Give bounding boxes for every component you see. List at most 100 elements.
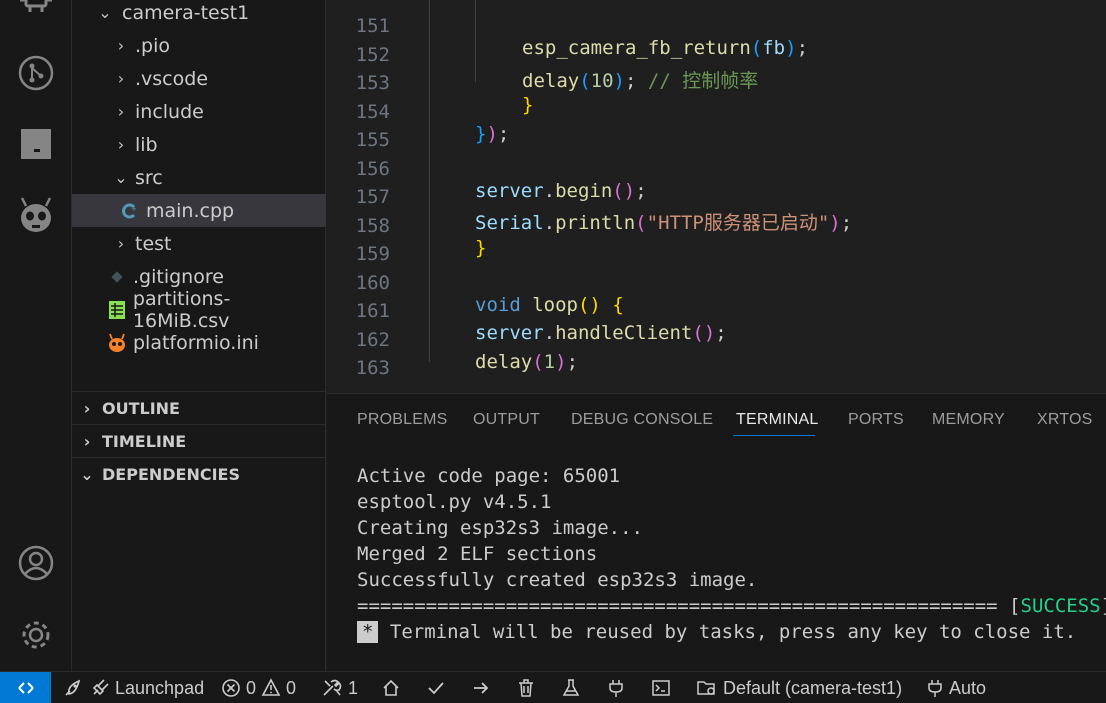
chevron-down-icon: ⌄ bbox=[98, 3, 112, 22]
chevron-right-icon: › bbox=[117, 36, 125, 55]
tab-terminal[interactable]: TERMINAL bbox=[736, 411, 819, 429]
tree-item-src[interactable]: ⌄ src bbox=[72, 161, 326, 194]
environment-label: Default (camera-test1) bbox=[723, 677, 903, 698]
chip-icon[interactable] bbox=[0, 0, 72, 16]
flask-icon bbox=[562, 679, 580, 696]
plug-icon bbox=[609, 680, 623, 697]
project-folder[interactable]: ⌄ camera-test1 bbox=[72, 0, 326, 29]
terminal-line: Creating esp32s3 image... bbox=[357, 517, 643, 539]
remote-icon bbox=[17, 682, 34, 694]
section-label: DEPENDENCIES bbox=[102, 464, 241, 484]
tree-item-label: include bbox=[135, 100, 204, 123]
port-selector[interactable]: Auto bbox=[926, 672, 986, 703]
launchpad-button[interactable]: Launchpad bbox=[63, 672, 204, 703]
code-line: 158 } bbox=[327, 193, 1106, 259]
outline-section[interactable]: › OUTLINE bbox=[72, 391, 326, 424]
folder-env-icon bbox=[697, 681, 715, 695]
tools-count: 1 bbox=[348, 677, 359, 698]
tab-ports[interactable]: PORTS bbox=[848, 411, 904, 429]
tree-item-label: main.cpp bbox=[146, 199, 235, 222]
tree-item-label: partitions-16MiB.csv bbox=[132, 287, 231, 332]
success-text: SUCCESS bbox=[1020, 595, 1101, 617]
section-label: TIMELINE bbox=[102, 431, 187, 451]
tree-item-label: platformio.ini bbox=[133, 331, 259, 354]
tab-memory[interactable]: MEMORY bbox=[932, 411, 1005, 429]
code-line: 159 bbox=[327, 221, 1106, 265]
remote-indicator[interactable] bbox=[0, 672, 51, 703]
terminal-line: Active code page: 65001 bbox=[357, 465, 621, 487]
chevron-right-icon: › bbox=[117, 135, 125, 154]
platformio-file-icon bbox=[106, 332, 128, 354]
code-line: 156 server.begin(); bbox=[327, 136, 1106, 202]
chevron-right-icon: › bbox=[117, 69, 125, 88]
trash-icon bbox=[519, 679, 533, 697]
tools-indicator[interactable]: 1 bbox=[321, 672, 358, 703]
plug-icon bbox=[92, 679, 109, 696]
csv-file-icon bbox=[106, 299, 128, 321]
chevron-right-icon: › bbox=[83, 398, 91, 418]
bottom-panel: PROBLEMS OUTPUT DEBUG CONSOLE TERMINAL P… bbox=[327, 393, 1106, 671]
terminal-line: Successfully created esp32s3 image. bbox=[357, 569, 758, 591]
terminal-reuse-line: * Terminal will be reused by tasks, pres… bbox=[357, 621, 1076, 643]
success-bracket: [ bbox=[1009, 595, 1021, 617]
code-line: 151 esp_camera_fb_return(fb); bbox=[327, 0, 1106, 59]
serial-monitor-button[interactable] bbox=[606, 672, 626, 703]
tree-item-vscode[interactable]: › .vscode bbox=[72, 62, 326, 95]
active-tab-indicator bbox=[733, 435, 815, 436]
code-editor[interactable]: 151 esp_camera_fb_return(fb); 152 delay(… bbox=[327, 0, 1106, 378]
status-bar: Launchpad 0 0 1 Default (camera-test1) A… bbox=[0, 671, 1106, 703]
terminal-separator: ========================================… bbox=[357, 595, 998, 617]
arrow-right-icon bbox=[474, 682, 489, 694]
error-icon bbox=[222, 679, 240, 697]
plug-icon bbox=[928, 680, 942, 697]
timeline-section[interactable]: › TIMELINE bbox=[72, 424, 326, 457]
settings-gear-icon[interactable] bbox=[0, 616, 72, 654]
home-icon bbox=[383, 679, 399, 696]
tree-item-platformio-ini[interactable]: platformio.ini bbox=[72, 326, 326, 359]
source-control-icon[interactable] bbox=[0, 54, 72, 92]
tab-problems[interactable]: PROBLEMS bbox=[357, 411, 448, 429]
tab-output[interactable]: OUTPUT bbox=[473, 411, 540, 429]
upload-button[interactable] bbox=[471, 672, 491, 703]
tree-item-label: .vscode bbox=[135, 67, 209, 90]
svg-text:+: + bbox=[131, 205, 137, 213]
code-line: 155 bbox=[327, 107, 1106, 151]
code-line: 152 delay(10); // 控制帧率 bbox=[327, 22, 1106, 92]
new-terminal-button[interactable] bbox=[651, 672, 671, 703]
code-line: 162 delay(1); bbox=[327, 307, 1106, 373]
tree-item-label: test bbox=[135, 232, 172, 255]
terminal-reuse-message: Terminal will be reused by tasks, press … bbox=[389, 621, 1077, 643]
success-bracket: ] bbox=[1101, 595, 1106, 617]
code-line: 157 Serial.println("HTTP服务器已启动"); bbox=[327, 164, 1106, 234]
clean-button[interactable] bbox=[516, 672, 536, 703]
test-button[interactable] bbox=[561, 672, 581, 703]
launchpad-label: Launchpad bbox=[115, 677, 205, 698]
tree-item-lib[interactable]: › lib bbox=[72, 128, 326, 161]
git-file-icon bbox=[106, 266, 128, 288]
tree-item-pio[interactable]: › .pio bbox=[72, 29, 326, 62]
problems-indicator[interactable]: 0 0 bbox=[221, 672, 296, 703]
tab-debug-console[interactable]: DEBUG CONSOLE bbox=[571, 411, 713, 429]
activity-bar bbox=[0, 0, 72, 671]
terminal-line: Merged 2 ELF sections bbox=[357, 543, 598, 565]
tree-item-label: .gitignore bbox=[133, 265, 224, 288]
code-line: 161 server.handleClient(); bbox=[327, 278, 1106, 344]
terminal-line: esptool.py v4.5.1 bbox=[357, 491, 552, 513]
tab-xrtos[interactable]: XRTOS bbox=[1037, 411, 1093, 429]
dependencies-section[interactable]: ⌄ DEPENDENCIES bbox=[72, 457, 326, 490]
environment-selector[interactable]: Default (camera-test1) bbox=[696, 672, 902, 703]
tree-item-include[interactable]: › include bbox=[72, 95, 326, 128]
tree-item-test[interactable]: › test bbox=[72, 227, 326, 260]
code-line: 160 void loop() { bbox=[327, 250, 1106, 316]
cpp-file-icon: + bbox=[119, 200, 141, 222]
tree-item-main-cpp[interactable]: + main.cpp bbox=[72, 194, 326, 227]
terminal-star-badge: * bbox=[357, 621, 379, 643]
account-icon[interactable] bbox=[0, 544, 72, 582]
platformio-alien-icon[interactable] bbox=[0, 196, 72, 234]
tools-icon bbox=[323, 679, 342, 696]
warning-count: 0 bbox=[286, 677, 297, 698]
panel-icon[interactable] bbox=[0, 128, 72, 160]
build-button[interactable] bbox=[426, 672, 446, 703]
tree-item-partitions-csv[interactable]: partitions-16MiB.csv bbox=[72, 288, 326, 332]
home-button[interactable] bbox=[381, 672, 401, 703]
